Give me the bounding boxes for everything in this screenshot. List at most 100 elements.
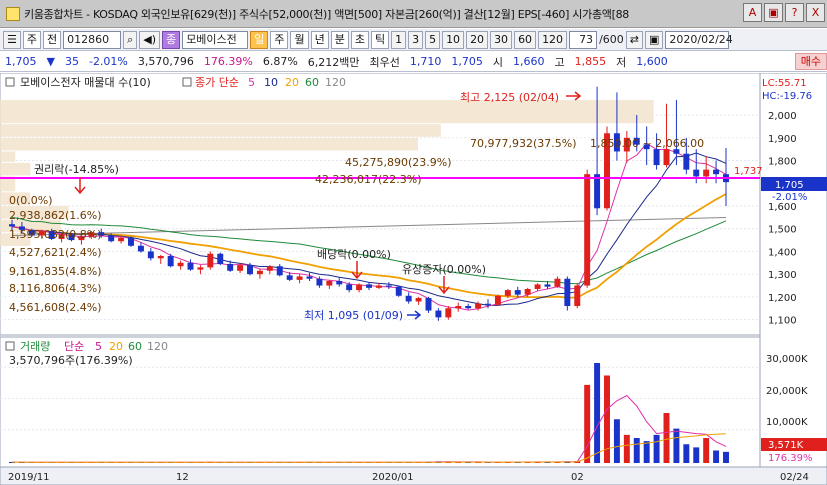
candle-body xyxy=(366,284,372,288)
volume-ma-5: 5 xyxy=(95,340,102,353)
price-y-tick: 1,400 xyxy=(768,247,797,258)
hc-label: HC:-19.76 xyxy=(762,91,812,102)
app-icon xyxy=(6,6,20,21)
profile-label-1: 70,977,932(37.5%) xyxy=(470,137,577,150)
interval-60[interactable]: 60 xyxy=(514,30,537,49)
ma-legend-60: 60 xyxy=(305,76,319,89)
volume-bar xyxy=(633,438,640,463)
candle-body xyxy=(247,265,253,275)
ma-legend-120: 120 xyxy=(325,76,346,89)
price-y-tick: 2,000 xyxy=(768,111,797,122)
high-label: 고 xyxy=(554,55,565,69)
exchange-icon[interactable]: ⇄ xyxy=(625,30,643,49)
prev-button[interactable]: 전 xyxy=(43,30,62,49)
candle-body xyxy=(346,284,353,291)
period-minute[interactable]: 분 xyxy=(330,30,349,49)
candle-body xyxy=(356,284,363,291)
volume-bar xyxy=(643,441,650,463)
volume-bar xyxy=(584,384,591,463)
volume-profile-band xyxy=(0,162,31,176)
volume-ma-60: 60 xyxy=(128,340,142,353)
volume-profile-band xyxy=(0,151,16,162)
search-icon[interactable]: ⌕ xyxy=(123,30,138,49)
candle-body xyxy=(177,262,184,267)
volume-ma-label: 단순 xyxy=(64,340,84,353)
interval-20[interactable]: 20 xyxy=(466,30,489,49)
candle-body xyxy=(237,265,244,271)
chart-svg[interactable]: 1,737 모베이스전자 매물대 수(10) 종가 단순 5 10 20 60 … xyxy=(0,72,827,485)
profile-label-6: 1,595,032(0.8%) xyxy=(9,228,102,241)
candle-body xyxy=(306,276,313,279)
down-arrow-icon: ▼ xyxy=(46,55,55,68)
open-price: 1,660 xyxy=(513,55,545,68)
profile-legend: 모베이스전자 매물대 수(10) xyxy=(20,76,151,89)
date-input[interactable]: 2020/02/24 xyxy=(665,30,733,49)
candle-body xyxy=(504,290,511,296)
period-week[interactable]: 주 xyxy=(270,30,289,49)
volume-bar xyxy=(723,451,729,463)
vol-tick-20000k: 20,000K xyxy=(766,386,808,397)
candle-body xyxy=(286,275,293,280)
candle-body xyxy=(385,285,392,287)
count-input[interactable]: 73 xyxy=(569,30,598,49)
candle-body xyxy=(415,298,422,302)
interval-30[interactable]: 30 xyxy=(490,30,513,49)
count-total: /600 xyxy=(599,33,624,46)
volume-legend-title: 거래량 xyxy=(20,340,50,353)
current-change-tag: -2.01% xyxy=(772,192,807,203)
candle-body xyxy=(475,303,482,309)
chart-area[interactable]: 1,737 모베이스전자 매물대 수(10) 종가 단순 5 10 20 60 … xyxy=(0,72,827,485)
x-label-jan: 2020/01 xyxy=(372,472,414,483)
volume-bar xyxy=(653,434,660,463)
profile-label-2: 45,275,890(23.9%) xyxy=(345,156,452,169)
save-icon[interactable]: ▣ xyxy=(644,30,664,49)
ma-legend-10: 10 xyxy=(264,76,278,89)
candle-body xyxy=(534,284,541,289)
buy-button[interactable]: 매수 xyxy=(794,53,827,70)
profile-label-9: 8,116,806(4.3%) xyxy=(9,282,102,295)
window-titlebar: 키움종합차트 - KOSDAQ 외국인보유[629(천)] 주식수[52,000… xyxy=(0,0,827,28)
stock-code-input[interactable]: 012860 xyxy=(63,30,122,49)
lc-label: LC:55.71 xyxy=(762,78,807,89)
volume-profile-band xyxy=(0,124,441,137)
interval-5[interactable]: 5 xyxy=(425,30,441,49)
candle-body xyxy=(405,295,412,302)
font-size-button[interactable]: A xyxy=(743,3,762,22)
restore-button[interactable]: ▣ xyxy=(764,3,783,22)
interval-120[interactable]: 120 xyxy=(538,30,568,49)
market-select[interactable]: 주 xyxy=(22,30,41,49)
volume-bar xyxy=(613,419,620,463)
help-button[interactable]: ? xyxy=(785,3,804,22)
price-y-tick: 1,100 xyxy=(768,316,797,327)
period-month[interactable]: 월 xyxy=(290,30,309,49)
min-price-label: 최저 1,095 (01/09) xyxy=(304,309,403,322)
bid-price: 1,705 xyxy=(451,55,483,68)
period-tick[interactable]: 틱 xyxy=(370,30,390,49)
period-day[interactable]: 일 xyxy=(250,30,269,49)
max-price-label: 최고 2,125 (02/04) xyxy=(460,91,559,104)
candle-body xyxy=(336,281,343,285)
interval-1[interactable]: 1 xyxy=(391,30,407,49)
chart-toolbar: ☰ 주 전 012860 ⌕ ◀) 종 모베이스전 일 주 월 년 분 초 틱 … xyxy=(0,29,827,51)
candle-body xyxy=(514,290,521,295)
profile-label-8: 9,161,835(4.8%) xyxy=(9,265,102,278)
close-button[interactable]: X xyxy=(806,3,825,22)
menu-grid-icon[interactable]: ☰ xyxy=(3,30,21,49)
stock-badge: 종 xyxy=(162,30,181,49)
candle-body xyxy=(147,251,154,259)
candle-body xyxy=(108,235,115,242)
candle-body xyxy=(266,266,273,271)
candle-body xyxy=(296,276,303,280)
price-change: 35 xyxy=(64,55,79,68)
interval-10[interactable]: 10 xyxy=(442,30,465,49)
candle-body xyxy=(653,149,660,166)
low-price: 1,600 xyxy=(636,55,668,68)
period-year[interactable]: 년 xyxy=(310,30,329,49)
ask-price: 1,710 xyxy=(409,55,442,68)
speaker-icon[interactable]: ◀) xyxy=(139,30,161,49)
price-y-tick: 1,500 xyxy=(768,225,797,236)
period-second[interactable]: 초 xyxy=(350,30,369,49)
ma-legend-20: 20 xyxy=(285,76,299,89)
stock-name-field: 모베이스전 xyxy=(182,30,249,49)
interval-3[interactable]: 3 xyxy=(408,30,424,49)
